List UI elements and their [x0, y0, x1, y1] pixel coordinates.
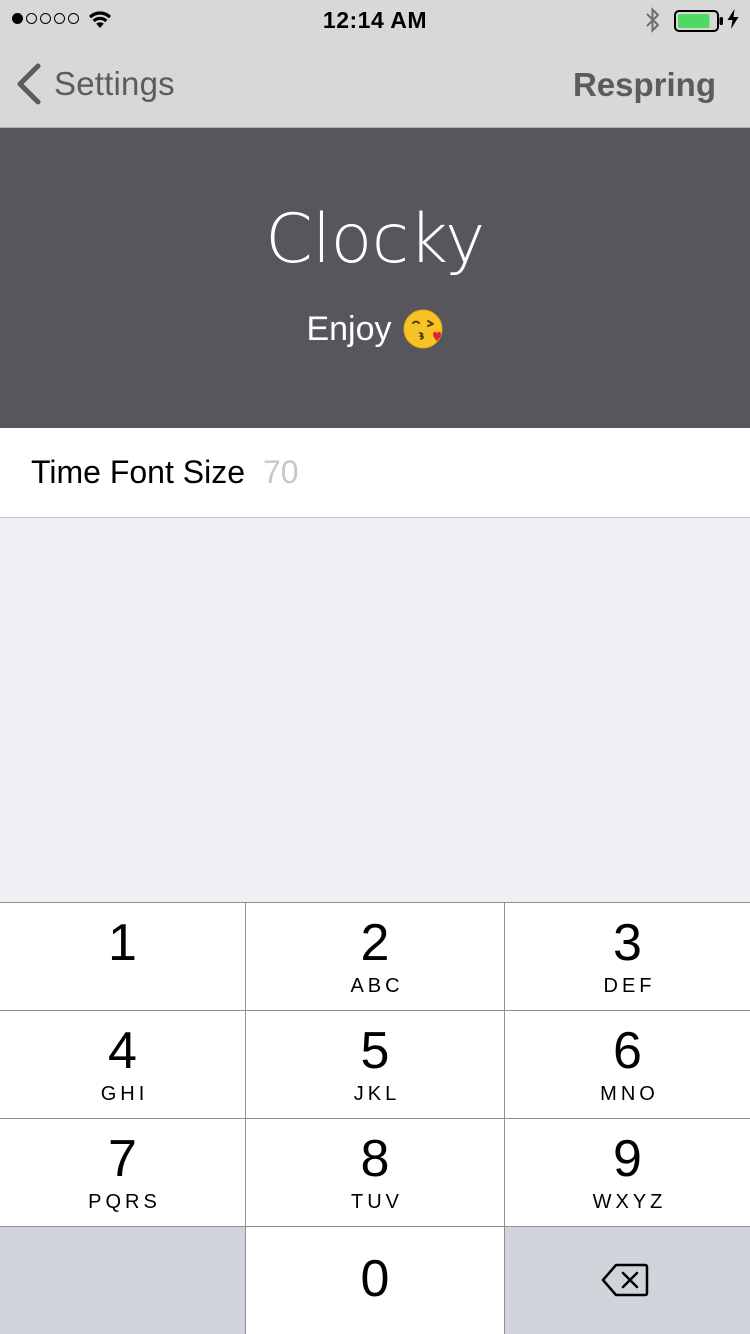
key-0[interactable]: 0 [246, 1227, 504, 1334]
charging-bolt-icon [727, 9, 739, 29]
key-8[interactable]: 8 TUV [246, 1119, 504, 1226]
key-letters: DEF [603, 975, 656, 997]
banner-title: Clocky [265, 200, 485, 279]
key-1[interactable]: 1 [0, 903, 245, 1010]
key-number: 3 [613, 914, 642, 972]
key-5[interactable]: 5 JKL [246, 1011, 504, 1118]
status-time: 12:14 AM [322, 7, 428, 33]
kissing-face-with-heart-icon [403, 309, 443, 349]
key-letters: ABC [350, 975, 404, 997]
backspace-key[interactable] [505, 1227, 750, 1334]
key-number: 0 [360, 1250, 390, 1308]
time-font-size-label: Time Font Size [31, 454, 245, 490]
key-letters: PQRS [88, 1191, 161, 1213]
respring-button[interactable]: Respring [573, 66, 716, 104]
key-number: 1 [108, 914, 137, 972]
key-number: 6 [613, 1022, 642, 1080]
key-3[interactable]: 3 DEF [505, 903, 750, 1010]
back-button[interactable]: Settings [14, 62, 175, 106]
key-blank [0, 1227, 245, 1334]
key-letters: GHI [100, 1083, 149, 1105]
backspace-icon [601, 1263, 649, 1297]
battery-icon [674, 10, 723, 32]
chevron-left-icon [17, 63, 41, 105]
time-font-size-row[interactable]: Time Font Size [0, 428, 750, 518]
back-button-label: Settings [54, 65, 175, 102]
key-letters: WXYZ [592, 1191, 667, 1213]
key-number: 7 [108, 1130, 137, 1188]
banner-subtitle-text: Enjoy [306, 309, 392, 348]
header-banner: Clocky Enjoy [0, 128, 750, 428]
key-letters: MNO [600, 1083, 659, 1105]
key-4[interactable]: 4 GHI [0, 1011, 245, 1118]
key-9[interactable]: 9 WXYZ [505, 1119, 750, 1226]
numeric-keypad: 1 2 ABC 3 DEF 4 GHI 5 JKL 6 MNO 7 PQRS 8… [0, 902, 750, 1334]
key-number: 5 [360, 1022, 390, 1080]
navigation-bar: Settings Respring [0, 40, 750, 128]
key-number: 4 [108, 1022, 137, 1080]
status-bar: 12:14 AM [0, 0, 750, 40]
key-number: 8 [360, 1130, 390, 1188]
bluetooth-icon [646, 7, 660, 33]
key-letters: JKL [353, 1083, 401, 1105]
time-font-size-input[interactable] [262, 454, 563, 491]
key-number: 9 [613, 1130, 642, 1188]
key-7[interactable]: 7 PQRS [0, 1119, 245, 1226]
banner-subtitle: Enjoy [0, 308, 750, 350]
key-6[interactable]: 6 MNO [505, 1011, 750, 1118]
key-number: 2 [360, 914, 390, 972]
key-2[interactable]: 2 ABC [246, 903, 504, 1010]
key-letters: TUV [351, 1191, 403, 1213]
